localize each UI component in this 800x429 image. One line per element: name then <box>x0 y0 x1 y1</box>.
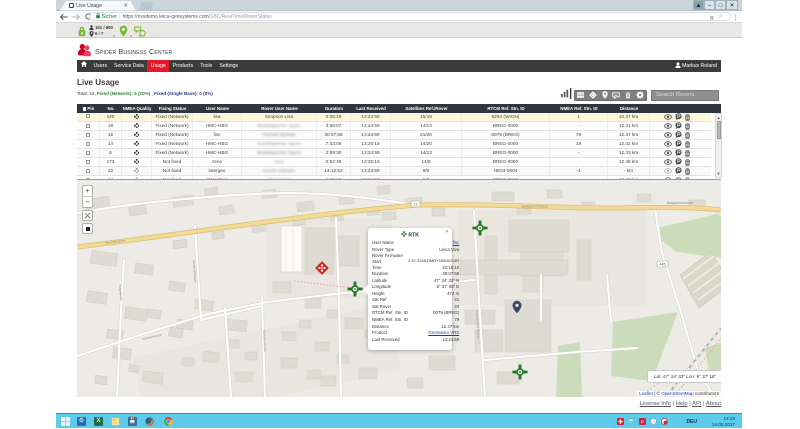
svg-text:445: 445 <box>660 263 666 267</box>
svg-text:Balgacherstrasse: Balgacherstrasse <box>667 201 693 205</box>
svg-text:Balgacherstrasse: Balgacherstrasse <box>522 205 548 209</box>
svg-text:13: 13 <box>414 203 418 207</box>
svg-text:P: P <box>641 419 644 425</box>
